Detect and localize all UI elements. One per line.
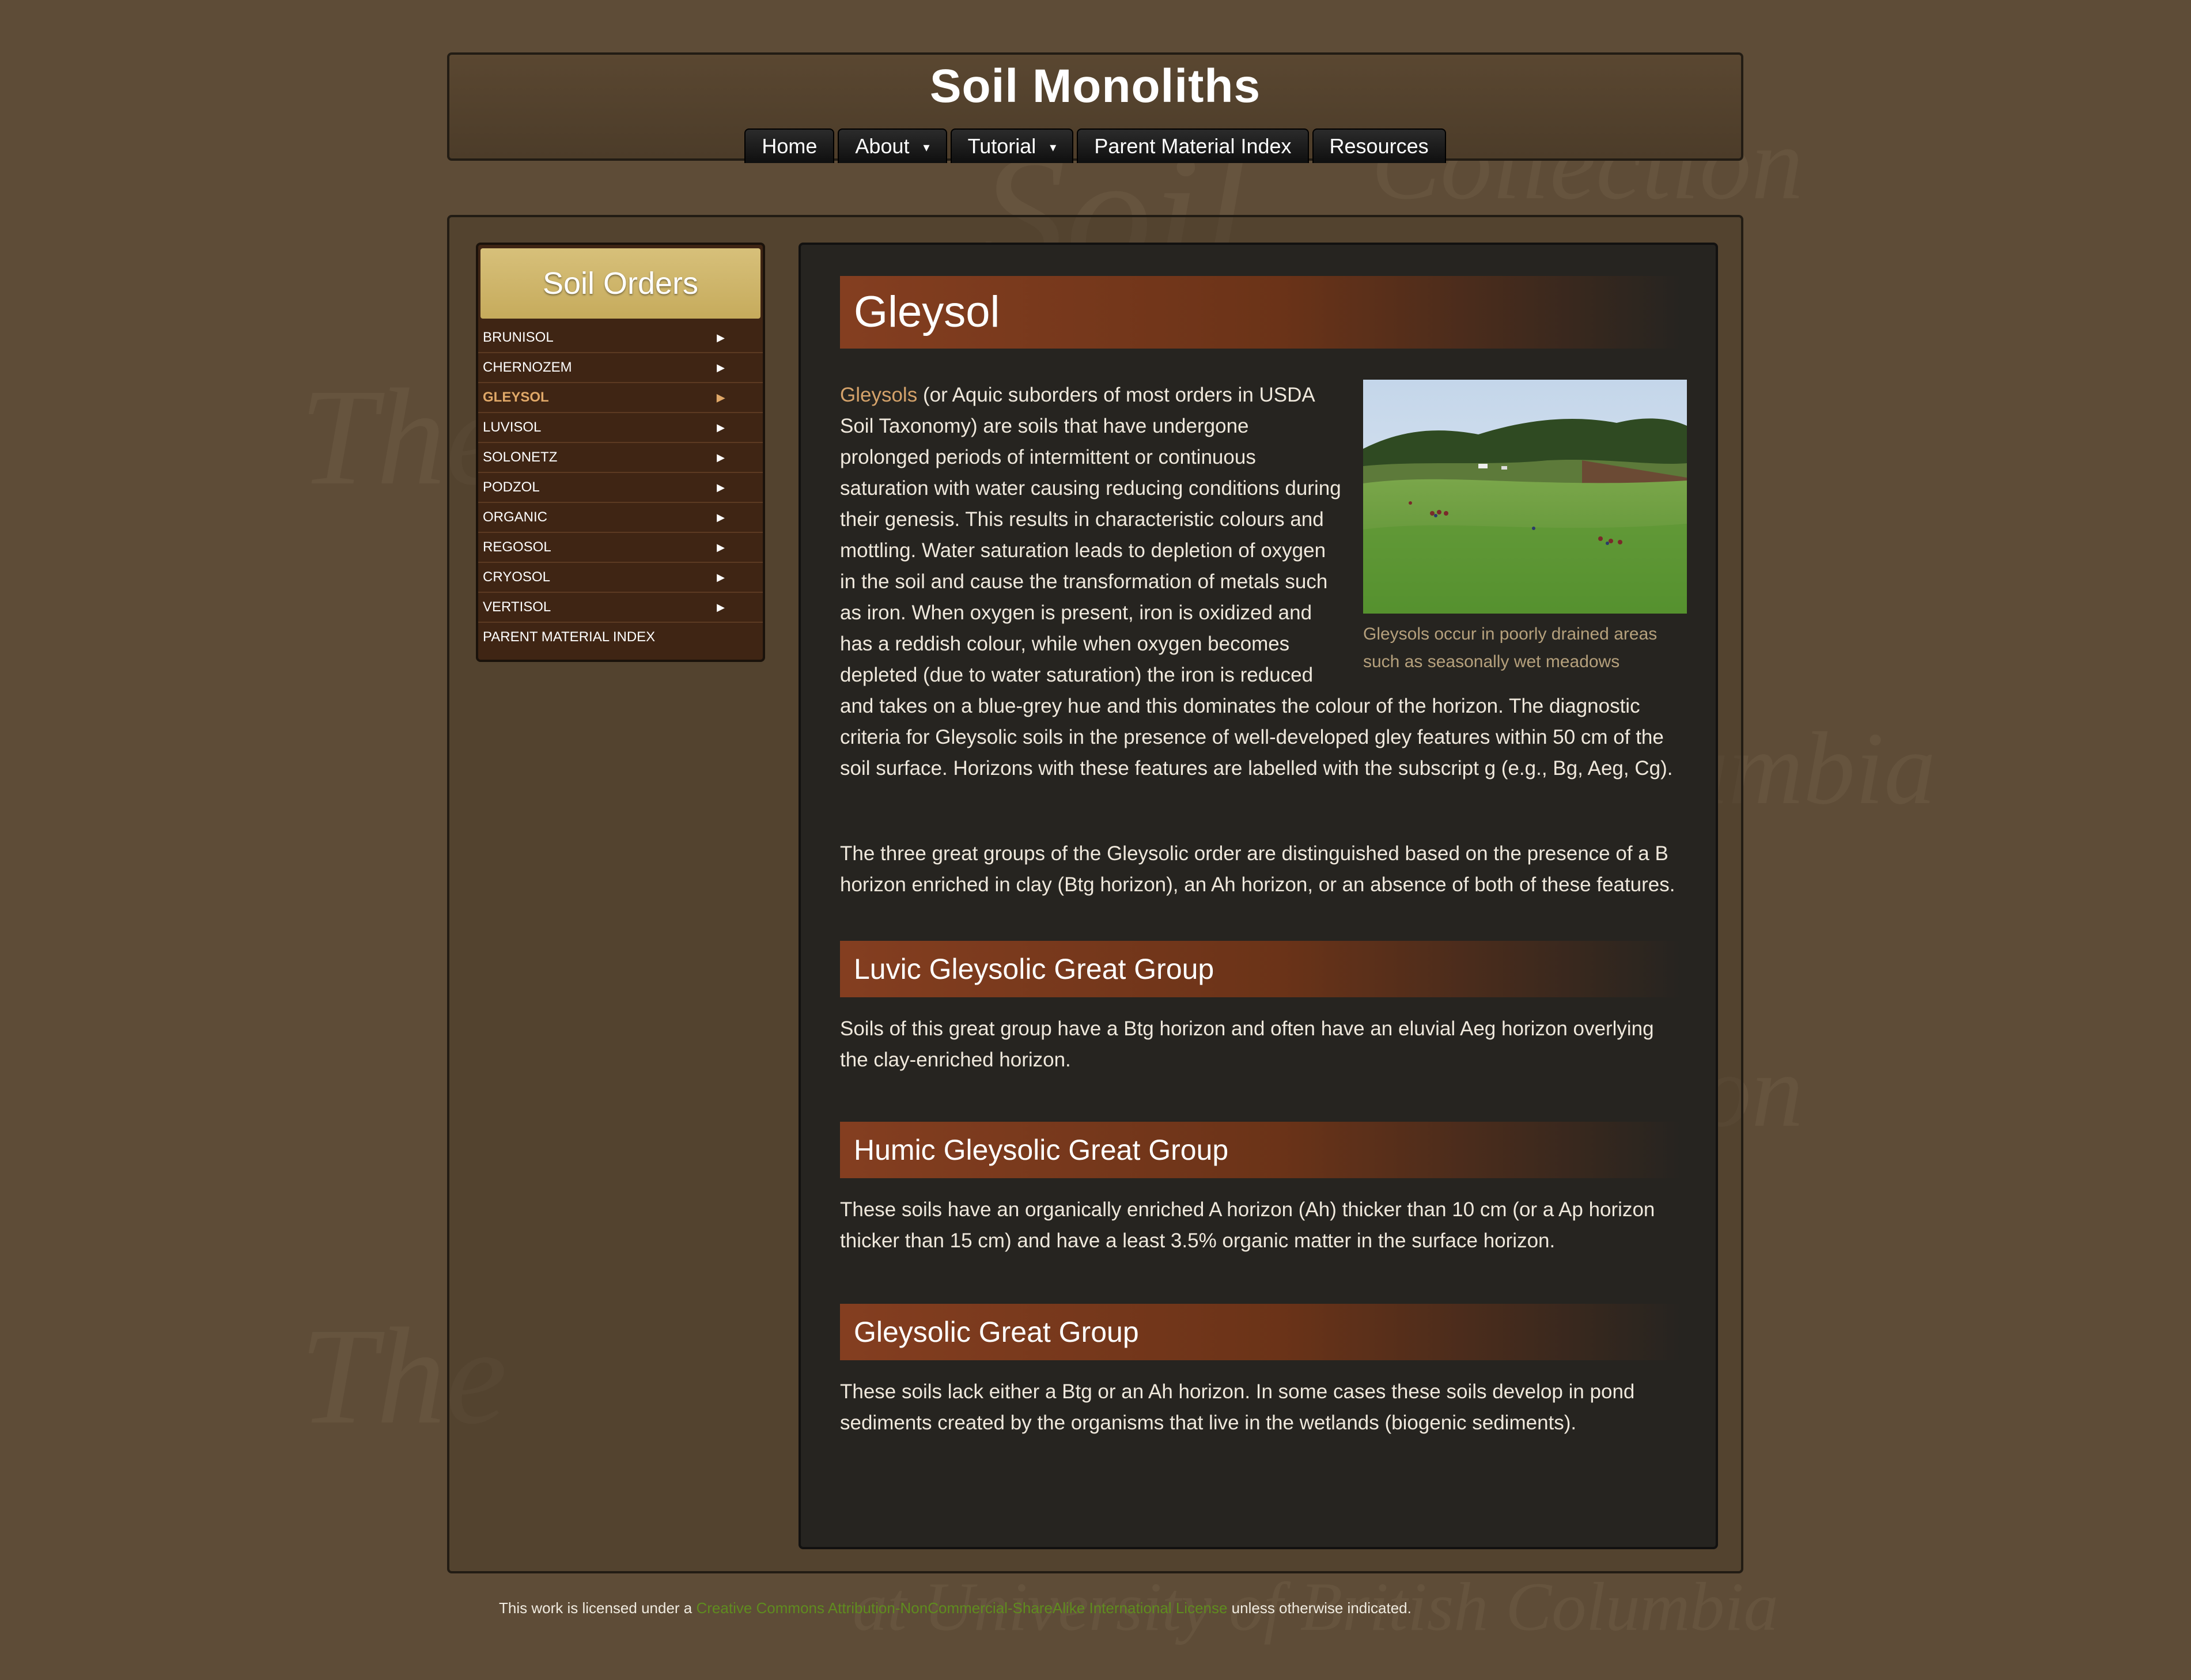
arrow-right-icon: ▶ [717,482,725,493]
page-title: Gleysol [840,276,1682,349]
caret-down-icon: ▾ [923,140,930,155]
sidebar-item-label: GLEYSOL [483,389,549,405]
sidebar-item-label: BRUNISOL [483,330,554,345]
sidebar-item-solonetz[interactable]: SOLONETZ ▶ [478,443,763,473]
sidebar-item-label: SOLONETZ [483,449,558,465]
gleysols-link[interactable]: Gleysols [840,384,917,406]
sidebar-item-parent-material-index[interactable]: PARENT MATERIAL INDEX [478,623,763,652]
nav-resources[interactable]: Resources [1312,128,1446,163]
section-heading-gleysolic: Gleysolic Great Group [840,1304,1682,1360]
sidebar-item-chernozem[interactable]: CHERNOZEM ▶ [478,353,763,383]
sidebar-item-label: PODZOL [483,479,540,495]
main-nav: Home About ▾ Tutorial ▾ Parent Material … [449,128,1741,163]
section-heading-luvic: Luvic Gleysolic Great Group [840,941,1682,997]
section-heading-humic: Humic Gleysolic Great Group [840,1122,1682,1178]
nav-home[interactable]: Home [744,128,835,163]
nav-parent-material-index[interactable]: Parent Material Index [1077,128,1309,163]
sidebar-item-cryosol[interactable]: CRYOSOL ▶ [478,563,763,593]
license-link[interactable]: Creative Commons Attribution-NonCommerci… [696,1599,1227,1617]
nav-tutorial[interactable]: Tutorial ▾ [950,128,1074,163]
nav-about-label: About [855,134,910,158]
footer-suffix: unless otherwise indicated. [1227,1599,1412,1617]
section-text-humic: These soils have an organically enriched… [840,1198,1655,1252]
sidebar-item-label: REGOSOL [483,539,551,555]
soil-orders-sidebar: Soil Orders BRUNISOL ▶ CHERNOZEM ▶ GLEYS… [476,243,765,662]
nav-tutorial-label: Tutorial [967,134,1036,158]
arrow-right-icon: ▶ [717,512,725,523]
caret-down-icon: ▾ [1050,140,1057,155]
arrow-right-icon: ▶ [717,362,725,373]
sidebar-item-label: CRYOSOL [483,569,550,585]
arrow-right-icon: ▶ [717,392,725,403]
intro-paragraph: Gleysols occur in poorly drained areas s… [840,380,1687,784]
sidebar-item-gleysol[interactable]: GLEYSOL ▶ [478,383,763,413]
site-header: Soil Monoliths Home About ▾ Tutorial ▾ P… [447,52,1743,163]
arrow-right-icon: ▶ [717,332,725,343]
sidebar-item-podzol[interactable]: PODZOL ▶ [478,473,763,503]
sidebar-title: Soil Orders [480,248,760,319]
sidebar-item-regosol[interactable]: REGOSOL ▶ [478,533,763,563]
page-panel: Soil Orders BRUNISOL ▶ CHERNOZEM ▶ GLEYS… [447,215,1743,1573]
arrow-right-icon: ▶ [717,452,725,463]
great-groups-paragraph: The three great groups of the Gleysolic … [840,842,1675,896]
section-text-gleysolic: These soils lack either a Btg or an Ah h… [840,1380,1635,1434]
meadow-photo [1363,380,1687,614]
figure-caption: Gleysols occur in poorly drained areas s… [1363,625,1658,671]
sidebar-item-organic[interactable]: ORGANIC ▶ [478,503,763,533]
arrow-right-icon: ▶ [717,542,725,553]
sidebar-item-vertisol[interactable]: VERTISOL ▶ [478,593,763,623]
meadow-photo-drawing [1363,380,1687,614]
footer: This work is licensed under a Creative C… [499,1599,1412,1617]
sidebar-item-luvisol[interactable]: LUVISOL ▶ [478,413,763,443]
nav-resources-label: Resources [1329,134,1429,158]
site-title[interactable]: Soil Monoliths [449,59,1741,113]
nav-about[interactable]: About ▾ [838,128,947,163]
sidebar-item-label: ORGANIC [483,509,548,525]
sidebar-item-label: PARENT MATERIAL INDEX [483,629,656,645]
sidebar-item-label: CHERNOZEM [483,360,572,375]
meadow-figure: Gleysols occur in poorly drained areas s… [1363,380,1687,676]
sidebar-item-brunisol[interactable]: BRUNISOL ▶ [478,323,763,353]
nav-parent-material-index-label: Parent Material Index [1094,134,1292,158]
arrow-right-icon: ▶ [717,601,725,613]
arrow-right-icon: ▶ [717,422,725,433]
nav-home-label: Home [762,134,818,158]
arrow-right-icon: ▶ [717,572,725,583]
footer-prefix: This work is licensed under a [499,1599,697,1617]
section-text-luvic: Soils of this great group have a Btg hor… [840,1017,1654,1071]
sidebar-item-label: LUVISOL [483,419,542,435]
sidebar-item-label: VERTISOL [483,599,551,615]
main-content: Gleysol Gleysols occur in poorly drained… [799,243,1718,1549]
